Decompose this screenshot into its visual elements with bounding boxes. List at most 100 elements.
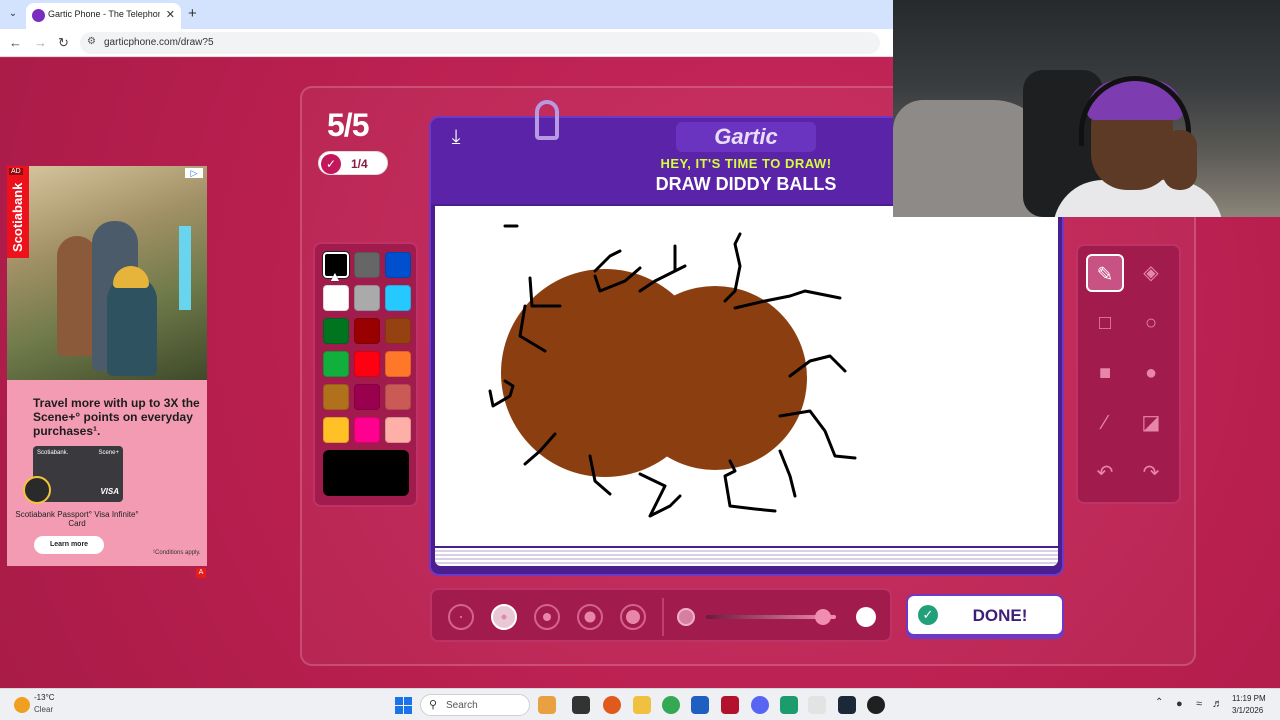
tool-panel: ✎ ◈ □ ○ ■ ● ⁄ ◪ ↶ ↷ [1076,244,1181,504]
taskbar-adobe-icon[interactable] [721,696,739,714]
ad-learn-more-button[interactable]: Learn more [34,536,104,554]
color-swatch[interactable] [354,318,380,344]
redo-icon[interactable]: ↷ [1132,454,1170,492]
undo-icon[interactable]: ↶ [1086,454,1124,492]
color-swatch[interactable] [323,417,349,443]
players-done-count: 1/4 [351,157,368,171]
color-swatch[interactable] [323,285,349,311]
brush-size-option[interactable] [577,604,603,630]
drawing-right-ball [623,286,807,470]
brush-size-option[interactable] [534,604,560,630]
done-button[interactable]: ✓ DONE! [906,594,1064,636]
opacity-low-icon[interactable] [677,608,695,626]
brush-size-option[interactable] [620,604,646,630]
download-icon[interactable]: ⤓ [441,126,471,156]
ad-stripe [179,226,191,310]
circle-outline-tool-icon[interactable]: ○ [1132,304,1170,342]
taskbar-file-explorer-icon[interactable] [633,696,651,714]
opacity-slider-thumb[interactable] [815,609,831,625]
taskbar-widgets-icon[interactable] [538,696,556,714]
taskbar-search-placeholder: Search [446,700,478,711]
color-swatch[interactable] [385,384,411,410]
fill-bucket-tool-icon[interactable]: ◪ [1132,404,1170,442]
gartic-logo: Gartic [676,122,816,152]
paper-clip-icon [535,100,559,140]
taskbar-discord-icon[interactable] [751,696,769,714]
tray-overflow-chevron-icon[interactable]: ⌃ [1155,697,1163,708]
round-counter: 5/5 [327,107,369,143]
current-color-preview [323,450,409,496]
back-arrow-icon[interactable]: ← [9,35,22,50]
brush-size-dot [584,611,596,623]
line-tool-icon[interactable]: ⁄ [1086,404,1124,442]
taskbar-firefox-icon[interactable] [603,696,621,714]
opacity-high-icon[interactable] [856,607,876,627]
gartic-favicon-icon [32,9,45,22]
color-swatch[interactable] [323,318,349,344]
brush-size-dot [501,614,507,620]
eraser-tool-icon[interactable]: ◈ [1132,254,1170,292]
color-swatch[interactable] [323,384,349,410]
ad-headline: Travel more with up to 3X the Scene+° po… [33,396,200,438]
wifi-icon[interactable]: ≈ [1196,698,1202,710]
brush-size-option[interactable] [448,604,474,630]
reload-icon[interactable]: ↻ [58,35,69,51]
new-tab-plus-icon[interactable]: + [188,5,197,22]
rectangle-outline-tool-icon[interactable]: □ [1086,304,1124,342]
taskbar-search-input[interactable]: ⚲ Search [420,694,530,716]
color-swatch[interactable] [354,252,380,278]
advertisement[interactable]: Scotiabank AD ▷ Travel more with up to 3… [7,166,207,566]
color-swatch[interactable] [354,285,380,311]
ad-choices-icon[interactable]: ▷ [185,168,203,178]
address-bar: ← → ↻ ⚙ garticphone.com/draw?5 [0,29,893,57]
color-swatch[interactable] [385,318,411,344]
color-swatch[interactable] [385,417,411,443]
site-settings-icon[interactable]: ⚙ [87,36,96,47]
taskbar-app-icon[interactable] [808,696,826,714]
taskbar-chrome-icon[interactable] [662,696,680,714]
clock-date[interactable]: 3/1/2026 [1232,706,1263,715]
tab-list-chevron-icon[interactable]: ⌄ [5,6,21,22]
webcam-person-hand [1163,130,1197,190]
taskbar-task-view-icon[interactable] [572,696,590,714]
windows-start-icon[interactable] [395,697,412,714]
rectangle-fill-tool-icon[interactable]: ■ [1086,354,1124,392]
check-icon: ✓ [321,154,341,174]
canvas-paper-edge [435,548,1058,566]
circle-fill-tool-icon[interactable]: ● [1132,354,1170,392]
microphone-icon[interactable]: ● [1176,698,1183,710]
brush-size-option[interactable] [491,604,517,630]
taskbar-store-icon[interactable] [691,696,709,714]
taskbar-app-icon[interactable] [867,696,885,714]
ad-conditions: ¹Conditions apply. [153,550,201,556]
color-swatch[interactable] [385,252,411,278]
tab-close-icon[interactable]: ✕ [166,8,175,21]
mouse-cursor-icon: ▲ [328,268,342,284]
ad-marker-icon[interactable]: A [196,568,206,578]
browser-tab[interactable]: Gartic Phone - The Telephone G ✕ [26,3,181,29]
drawing-svg [488,224,857,518]
brush-size-dot [460,616,462,618]
taskbar-steam-icon[interactable] [838,696,856,714]
taskbar-app-icon[interactable] [780,696,798,714]
brush-size-dot [543,613,551,621]
done-check-icon: ✓ [918,605,938,625]
url-field[interactable]: ⚙ garticphone.com/draw?5 [80,32,880,54]
prompt-text: DRAW DIDDY BALLS [655,174,837,194]
forward-arrow-icon[interactable]: → [34,35,47,50]
brush-size-dot [626,610,640,624]
color-swatch[interactable] [385,285,411,311]
color-swatch[interactable] [354,351,380,377]
prompt-hint: HEY, IT'S TIME TO DRAW! [660,156,832,171]
clock-time[interactable]: 11:19 PM [1232,694,1266,703]
ad-brand-name: Scotiabank [10,182,25,252]
color-swatch[interactable] [385,351,411,377]
volume-icon[interactable]: ♬ [1212,698,1223,710]
color-swatch[interactable] [323,351,349,377]
pencil-tool-icon[interactable]: ✎ [1086,254,1124,292]
weather-icon[interactable] [14,697,30,713]
color-swatch[interactable] [354,417,380,443]
drawing-canvas[interactable] [435,206,1058,546]
color-swatch[interactable] [354,384,380,410]
ad-card-visa: VISA [100,487,119,496]
